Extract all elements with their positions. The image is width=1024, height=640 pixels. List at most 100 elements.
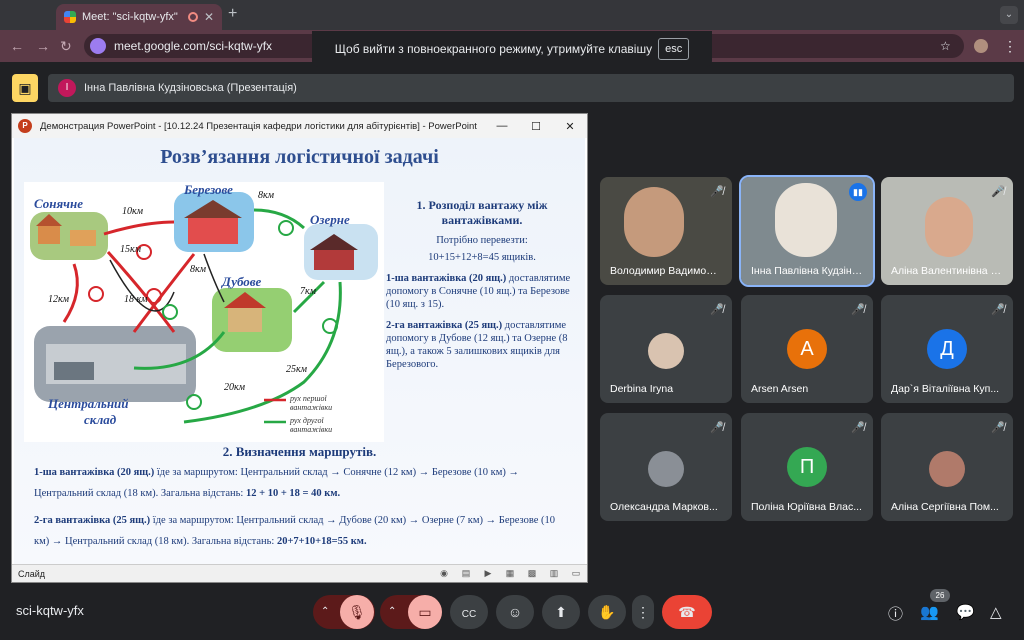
browser-menu-icon[interactable]: ⋮ xyxy=(1003,38,1017,55)
route1-total: 12 + 10 + 18 = 40 км. xyxy=(245,488,341,499)
participant-tile[interactable]: Д 🎤̸ Дар`я Віталіївна Куп... xyxy=(881,295,1013,403)
chevron-up-icon: ⌃ xyxy=(388,606,397,617)
distance-label: 8км xyxy=(190,264,207,275)
more-options-button[interactable]: ⋮ xyxy=(632,595,654,629)
distance-label: 25км xyxy=(286,364,308,375)
participant-video-image xyxy=(775,183,837,257)
truck2-head: 2-га вантажівка (25 ящ.) xyxy=(386,320,503,331)
participant-tile[interactable]: 🎤̸ Володимир Вадимович xyxy=(600,177,732,285)
tab-close-icon[interactable]: ✕ xyxy=(204,10,214,24)
tab-title: Meet: "sci-kqtw-yfx" xyxy=(82,11,178,23)
distance-label: 12км xyxy=(48,294,70,305)
notes-icon[interactable]: ▤ xyxy=(455,568,477,579)
powerpoint-window-title: Демонстрация PowerPoint - [10.12.24 През… xyxy=(40,120,477,132)
legend-green-label: рух другої вантажівки xyxy=(290,416,333,434)
presentation-icon[interactable]: ▣ xyxy=(12,74,38,102)
meeting-code: sci-kqtw-yfx xyxy=(16,603,84,618)
label-central-1: Центральний xyxy=(48,396,129,411)
participant-name: Аліна Валентинівна Т... xyxy=(891,265,1003,277)
normal-view-icon[interactable]: ▦ xyxy=(499,568,521,579)
fullscreen-toast-text: Щоб вийти з повноекранного режиму, утрим… xyxy=(334,42,653,56)
participant-video-image xyxy=(624,187,684,257)
next-slide-icon[interactable]: ▶ xyxy=(477,568,499,579)
camera-toggle-button[interactable]: ▭ xyxy=(408,595,442,629)
participant-tile[interactable]: 🎤̸ Олександра Марков... xyxy=(600,413,732,521)
activities-icon[interactable]: △ xyxy=(990,603,1002,621)
present-button[interactable]: ⬆ xyxy=(542,595,580,629)
participant-photo xyxy=(929,451,965,487)
reload-icon[interactable]: ↻ xyxy=(60,38,72,55)
participant-name: Arsen Arsen xyxy=(751,383,809,395)
close-window-icon[interactable]: ✕ xyxy=(553,120,587,133)
esc-key-badge: esc xyxy=(658,38,690,60)
powerpoint-title-bar: P Демонстрация PowerPoint - [10.12.24 Пр… xyxy=(12,114,587,138)
route2-total: 20+7+10+18=55 км. xyxy=(276,536,367,547)
label-dubove: Дубове xyxy=(222,274,262,289)
tab-search-icon[interactable]: ⌄ xyxy=(1000,6,1018,24)
section2-title: 2. Визначення маршрутів. xyxy=(222,444,377,459)
participant-tile[interactable]: П 🎤̸ Поліна Юріївна Влас... xyxy=(741,413,873,521)
distribution-column: 1. Розподіл вантажу між вантажівками. По… xyxy=(386,198,578,371)
participant-tile[interactable]: A 🎤̸ Arsen Arsen xyxy=(741,295,873,403)
prev-slide-icon[interactable]: ◉ xyxy=(433,568,455,579)
truck2-paragraph: 2-га вантажівка (25 ящ.) доставлятиме до… xyxy=(386,319,578,371)
maximize-icon[interactable]: ☐ xyxy=(519,120,553,133)
presenter-bar: І Інна Павлівна Кудзіновська (Презентаці… xyxy=(48,74,1014,102)
leave-call-button[interactable]: ☎ xyxy=(662,595,712,629)
participant-photo xyxy=(648,451,684,487)
back-icon[interactable]: ← xyxy=(10,38,24,54)
distance-label: 7км xyxy=(300,286,317,297)
bookmark-star-icon[interactable]: ☆ xyxy=(940,39,951,53)
profile-avatar[interactable] xyxy=(974,39,988,53)
status-slide-label: Слайд xyxy=(18,568,46,579)
slide: Розв’язання логістичної задачі Сонячне Б… xyxy=(14,138,585,564)
mic-off-icon: 🎤̸ xyxy=(710,304,724,316)
browser-tab[interactable]: Meet: "sci-kqtw-yfx" ✕ xyxy=(56,4,222,30)
participant-tile[interactable]: 🎤̸ Аліна Валентинівна Т... xyxy=(881,177,1013,285)
participant-name: Олександра Марков... xyxy=(610,501,718,513)
camera-off-icon: ▭ xyxy=(418,604,432,620)
new-tab-button[interactable]: + xyxy=(228,5,237,23)
captions-icon: CC xyxy=(461,609,477,620)
participant-photo xyxy=(648,333,684,369)
raise-hand-button[interactable]: ✋ xyxy=(588,595,626,629)
present-screen-icon: ⬆ xyxy=(555,604,567,620)
captions-button[interactable]: CC xyxy=(450,595,488,629)
participant-name: Інна Павлівна Кудзіновська xyxy=(751,265,863,277)
mic-off-icon: 🎙 xyxy=(348,604,366,620)
truck1-head: 1-ша вантажівка (20 ящ.) xyxy=(386,273,507,284)
participant-tile[interactable]: ▮▮ Інна Павлівна Кудзіновська xyxy=(739,175,875,287)
distance-label: 15км xyxy=(120,244,142,255)
people-icon[interactable]: 👥 xyxy=(920,603,939,621)
fullscreen-toast: Щоб вийти з повноекранного режиму, утрим… xyxy=(312,31,712,67)
minimize-icon[interactable]: — xyxy=(485,120,519,132)
participant-tile[interactable]: 🎤̸ Derbina Iryna xyxy=(600,295,732,403)
distance-label: 10км xyxy=(122,206,144,217)
legend-red-label: рух першої вантажівки xyxy=(290,394,333,412)
route1-head: 1-ша вантажівка (20 ящ.) xyxy=(34,467,155,478)
forward-icon[interactable]: → xyxy=(36,38,50,54)
presenter-label: Інна Павлівна Кудзіновська (Презентація) xyxy=(84,82,297,94)
powerpoint-status-bar: Слайд ◉ ▤ ▶ ▦ ▩ ▥ ▭ xyxy=(12,564,587,582)
meeting-info-icon[interactable]: ⓘ xyxy=(888,603,903,624)
chevron-up-icon: ⌃ xyxy=(321,606,330,617)
mic-off-icon: 🎤̸ xyxy=(991,186,1005,198)
chat-icon[interactable]: 💬 xyxy=(956,603,975,621)
participant-name: Поліна Юріївна Влас... xyxy=(751,501,862,513)
label-central-2: склад xyxy=(84,412,117,427)
mic-off-icon: 🎤̸ xyxy=(851,304,865,316)
url-text: meet.google.com/sci-kqtw-yfx xyxy=(114,39,273,53)
need-formula: 10+15+12+8=45 ящиків. xyxy=(428,252,536,263)
participant-tile[interactable]: 🎤̸ Аліна Сергіївна Пом... xyxy=(881,413,1013,521)
reading-view-icon[interactable]: ▥ xyxy=(543,568,565,579)
mic-toggle-button[interactable]: 🎙 xyxy=(340,595,374,629)
mic-off-icon: 🎤̸ xyxy=(851,422,865,434)
slideshow-icon[interactable]: ▭ xyxy=(565,568,587,579)
mic-off-icon: 🎤̸ xyxy=(991,422,1005,434)
truck1-paragraph: 1-ша вантажівка (20 ящ.) доставлятиме до… xyxy=(386,272,578,311)
label-sonyachne: Сонячне xyxy=(34,196,83,211)
label-ozerne: Озерне xyxy=(310,212,350,227)
slide-sorter-icon[interactable]: ▩ xyxy=(521,568,543,579)
reactions-button[interactable]: ☺ xyxy=(496,595,534,629)
site-info-icon[interactable] xyxy=(90,38,106,54)
